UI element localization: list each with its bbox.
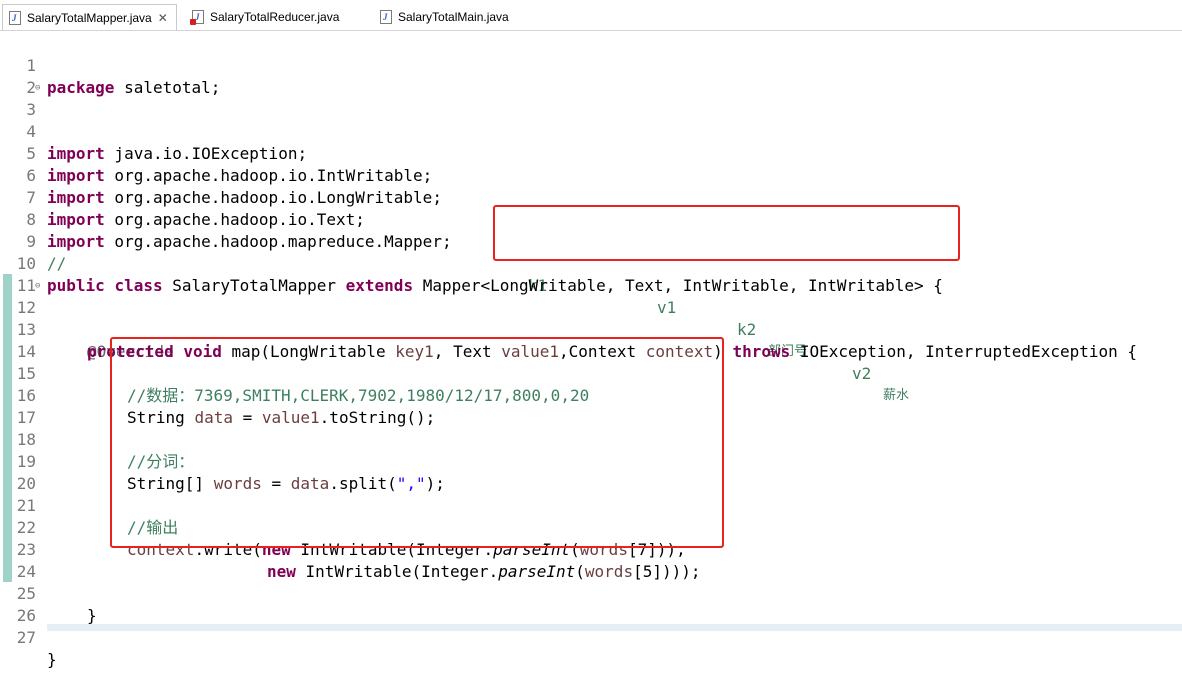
tab-label: SalaryTotalReducer.java: [210, 10, 340, 24]
fold-icon[interactable]: ⊖: [35, 275, 40, 297]
code-line: 12 ⊖ @Override: [0, 275, 1182, 361]
java-file-error-icon: J: [190, 10, 204, 25]
code-line: 7 import org.apache.hadoop.io.Text;: [0, 165, 1182, 229]
code-line: 13 protected void map(LongWritable key1,…: [0, 297, 1182, 361]
highlight-box-map-body: [110, 337, 724, 548]
tab-salarytotalmapper[interactable]: J SalaryTotalMapper.java ✕: [2, 4, 177, 30]
code-line: 1 package saletotal;: [0, 33, 1182, 97]
code-line: 6 import org.apache.hadoop.io.LongWritab…: [0, 143, 1182, 207]
code-line: 26: [0, 583, 1182, 625]
code-line: 2: [0, 55, 1182, 97]
editor-tab-bar: J SalaryTotalMapper.java ✕ J SalaryTotal…: [0, 0, 1182, 31]
code-line: 3 ⊖ import java.io.IOException;: [0, 77, 1182, 163]
code-line: 25 }: [0, 561, 1182, 625]
tab-salarytotalmain[interactable]: J SalaryTotalMain.java: [374, 4, 517, 30]
java-file-icon: J: [380, 10, 392, 24]
code-segment: }: [47, 650, 57, 669]
code-line: 5 import org.apache.hadoop.io.IntWritabl…: [0, 121, 1182, 185]
code-editor[interactable]: 1 package saletotal; 2 3 ⊖ import java.i…: [0, 31, 1182, 669]
tab-label: SalaryTotalMapper.java: [27, 10, 152, 25]
tab-label: SalaryTotalMain.java: [398, 10, 509, 24]
highlight-box-type-params: [493, 205, 960, 261]
close-icon[interactable]: ✕: [158, 11, 168, 25]
line-number: 27: [16, 628, 36, 647]
fold-icon[interactable]: ⊖: [35, 77, 40, 99]
tab-salarytotalreducer[interactable]: J SalaryTotalReducer.java: [186, 4, 347, 30]
java-file-icon: J: [9, 10, 21, 25]
horizontal-scrollbar[interactable]: [47, 624, 1182, 631]
code-line: 4: [0, 99, 1182, 141]
